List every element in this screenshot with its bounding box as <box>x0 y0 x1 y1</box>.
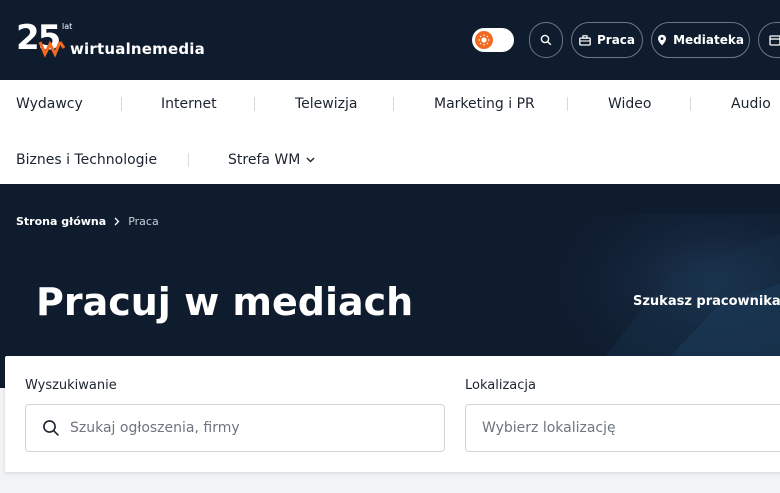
breadcrumb-current: Praca <box>128 215 159 228</box>
location-select-wrapper[interactable] <box>465 404 780 452</box>
nav-item-marketing-i-pr[interactable]: Marketing i PR <box>434 94 535 114</box>
search-field-label: Wyszukiwanie <box>25 378 117 393</box>
mediateka-button[interactable]: Mediateka <box>651 22 750 58</box>
job-search-form: Wyszukiwanie Lokalizacja <box>5 356 780 472</box>
chevron-right-icon <box>114 217 120 226</box>
nav-item-audio[interactable]: Audio <box>731 94 771 114</box>
employer-cta-link[interactable]: Szukasz pracownika? <box>633 294 780 309</box>
praca-button-label: Praca <box>596 33 636 47</box>
search-icon <box>540 34 552 46</box>
briefcase-icon <box>579 34 591 46</box>
location-field-label: Lokalizacja <box>465 378 536 393</box>
search-input[interactable] <box>70 420 444 436</box>
nav-item-strefa-wm-label: Strefa WM <box>228 152 301 168</box>
location-select[interactable] <box>482 420 780 436</box>
praca-button[interactable]: Praca <box>571 22 643 58</box>
calendar-icon <box>769 35 780 46</box>
location-pin-icon <box>658 34 667 46</box>
header-search-button[interactable] <box>529 22 563 58</box>
mediateka-button-label: Mediateka <box>673 33 744 47</box>
logo-anniversary-suffix: lat <box>62 22 73 31</box>
logo-wordmark: wirtualnemedia <box>70 40 205 58</box>
nav-item-wideo[interactable]: Wideo <box>608 94 652 114</box>
site-logo[interactable]: 25 lat wirtualnemedia <box>16 18 205 62</box>
nav-item-internet[interactable]: Internet <box>161 94 217 114</box>
nav-item-wydawcy[interactable]: Wydawcy <box>16 94 83 114</box>
nav-item-telewizja[interactable]: Telewizja <box>295 94 357 114</box>
nav-separator <box>393 97 394 111</box>
nav-separator <box>121 97 122 111</box>
nav-item-biznes-i-technologie[interactable]: Biznes i Technologie <box>16 150 157 170</box>
search-icon <box>43 420 59 436</box>
breadcrumb-home-link[interactable]: Strona główna <box>16 215 106 228</box>
logo-mark-icon <box>38 40 66 58</box>
page-title: Pracuj w mediach <box>36 280 414 324</box>
nav-item-strefa-wm[interactable]: Strefa WM <box>228 150 315 170</box>
search-input-wrapper[interactable] <box>25 404 445 452</box>
nav-separator <box>188 153 189 167</box>
chevron-down-icon <box>306 157 315 163</box>
main-navigation: Wydawcy Internet Telewizja Marketing i P… <box>0 80 780 184</box>
breadcrumb: Strona główna Praca <box>16 215 159 228</box>
nav-separator <box>567 97 568 111</box>
nav-separator <box>254 97 255 111</box>
theme-toggle-knob <box>475 31 493 49</box>
events-button[interactable] <box>758 22 780 58</box>
sun-icon <box>478 34 490 46</box>
theme-toggle[interactable] <box>472 28 514 52</box>
top-bar: 25 lat wirtualnemedia Praca Mediateka <box>0 0 780 80</box>
nav-separator <box>690 97 691 111</box>
